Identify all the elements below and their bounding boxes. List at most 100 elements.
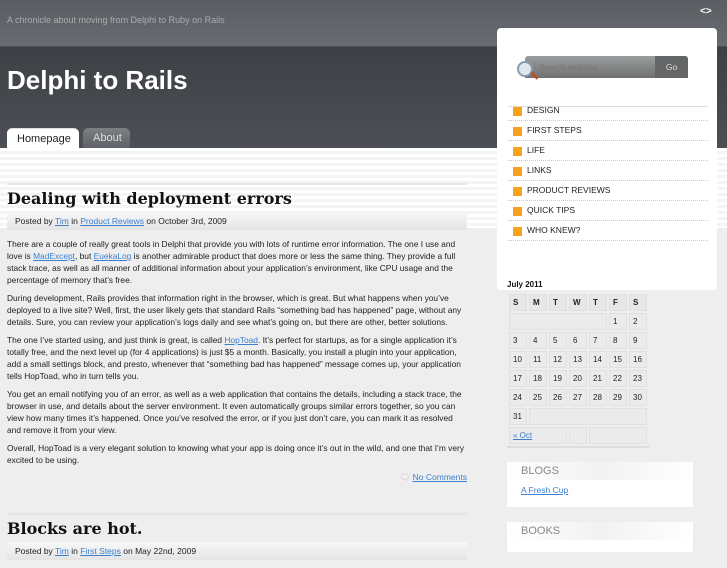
paragraph: There are a couple of really great tools…	[7, 238, 467, 286]
comments-link[interactable]: No Comments	[413, 472, 467, 482]
search-box: Go	[525, 56, 688, 78]
post-title[interactable]: Dealing with deployment errors	[7, 189, 467, 208]
calendar-pad	[529, 408, 647, 425]
calendar-day: 15	[609, 351, 627, 368]
weekday-header: S	[629, 294, 647, 311]
widget-title: BLOGS	[507, 462, 693, 480]
text: , but	[74, 251, 94, 261]
category-label: WHO KNEW?	[527, 225, 581, 235]
blog-link[interactable]: A Fresh Cup	[521, 485, 568, 495]
divider	[7, 513, 467, 515]
calendar-day: 29	[609, 389, 627, 406]
hoptoad-link[interactable]: HopToad	[224, 335, 258, 345]
category-item[interactable]: DESIGN	[508, 101, 708, 121]
calendar-day: 20	[569, 370, 587, 387]
bullet-square-icon	[513, 187, 522, 196]
weekday-header: T	[589, 294, 607, 311]
paragraph: The one I’ve started using, and just thi…	[7, 334, 467, 382]
meta-label: Posted by	[15, 546, 53, 556]
tab-about[interactable]: About	[83, 128, 130, 148]
calendar-day: 30	[629, 389, 647, 406]
calendar-day: 24	[509, 389, 527, 406]
calendar-week: 10 11 12 13 14 15 16	[509, 351, 647, 368]
calendar-day: 13	[569, 351, 587, 368]
calendar: S M T W T F S 1 2 3 4 5 6 7 8 9 10 11 12 13 14 15 16 17 18 19 20 21…	[507, 292, 649, 448]
calendar-caption: July 2011	[507, 280, 543, 289]
paragraph: Overall, HopToad is a very elegant solut…	[7, 443, 465, 465]
post-date: on May 22nd, 2009	[123, 546, 197, 556]
calendar-day: 11	[529, 351, 547, 368]
author-link[interactable]: Tim	[55, 546, 69, 556]
calendar-week: 12	[509, 313, 647, 330]
category-item[interactable]: LIFE	[508, 141, 708, 161]
post-title[interactable]: Blocks are hot.	[7, 519, 467, 538]
search-input[interactable]	[539, 62, 649, 72]
category-item[interactable]: WHO KNEW?	[508, 221, 708, 241]
calendar-day: 3	[509, 332, 527, 349]
calendar-day: 7	[589, 332, 607, 349]
weekday-header: T	[549, 294, 567, 311]
calendar-day: 18	[529, 370, 547, 387]
calendar-day: 8	[609, 332, 627, 349]
site-tagline: A chronicle about moving from Delphi to …	[7, 15, 225, 25]
calendar-week: 24 25 26 27 28 29 30	[509, 389, 647, 406]
calendar-day: 12	[549, 351, 567, 368]
calendar-day: 25	[529, 389, 547, 406]
calendar-week: 31	[509, 408, 647, 425]
calendar-day: 23	[629, 370, 647, 387]
calendar-day: 10	[509, 351, 527, 368]
calendar-next	[589, 427, 647, 444]
code-arrows-icon[interactable]: <>	[700, 6, 712, 17]
category-label: QUICK TIPS	[527, 205, 576, 215]
weekday-header: S	[509, 294, 527, 311]
books-widget: BOOKS	[507, 522, 693, 552]
prev-month-link[interactable]: « Oct	[513, 431, 532, 440]
search-go-button[interactable]: Go	[655, 56, 688, 78]
author-link[interactable]: Tim	[55, 216, 69, 226]
tab-homepage[interactable]: Homepage	[7, 128, 79, 148]
comment-bubble-icon: 🗨	[399, 472, 413, 482]
calendar-pad	[509, 313, 607, 330]
bullet-square-icon	[513, 107, 522, 116]
category-label: PRODUCT REVIEWS	[527, 185, 611, 195]
category-label: LIFE	[527, 145, 545, 155]
calendar-day: 14	[589, 351, 607, 368]
calendar-day: 31	[509, 408, 527, 425]
bullet-square-icon	[513, 167, 522, 176]
calendar-day: 2	[629, 313, 647, 330]
calendar-nav: « Oct	[509, 427, 647, 444]
calendar-day: 4	[529, 332, 547, 349]
widget-title: BOOKS	[507, 522, 693, 540]
madexcept-link[interactable]: MadExcept	[33, 251, 75, 261]
site-title[interactable]: Delphi to Rails	[7, 65, 188, 96]
calendar-day: 1	[609, 313, 627, 330]
calendar-day: 19	[549, 370, 567, 387]
meta-label: Posted by	[15, 216, 53, 226]
category-link[interactable]: Product Reviews	[80, 216, 144, 226]
category-item[interactable]: FIRST STEPS	[508, 121, 708, 141]
post-body: There are a couple of really great tools…	[7, 238, 467, 466]
calendar-week: 3456789	[509, 332, 647, 349]
category-item[interactable]: LINKS	[508, 161, 708, 181]
calendar-day: 22	[609, 370, 627, 387]
bullet-square-icon	[513, 207, 522, 216]
calendar-day: 21	[589, 370, 607, 387]
category-item[interactable]: QUICK TIPS	[508, 201, 708, 221]
calendar-day: 27	[569, 389, 587, 406]
category-label: LINKS	[527, 165, 552, 175]
meta-label: in	[71, 216, 78, 226]
comments: 🗨 No Comments	[7, 472, 467, 483]
weekday-header: F	[609, 294, 627, 311]
weekday-header: W	[569, 294, 587, 311]
category-item[interactable]: PRODUCT REVIEWS	[508, 181, 708, 201]
post: Blocks are hot. Posted by Tim in First S…	[7, 513, 467, 560]
eurekalog-link[interactable]: EuekaLog	[94, 251, 132, 261]
weekday-header: M	[529, 294, 547, 311]
category-list: DESIGN FIRST STEPS LIFE LINKS PRODUCT REVIEW…	[508, 101, 708, 241]
calendar-prev[interactable]: « Oct	[509, 427, 567, 444]
category-link[interactable]: First Steps	[80, 546, 121, 556]
bullet-square-icon	[513, 147, 522, 156]
calendar-day: 16	[629, 351, 647, 368]
bullet-square-icon	[513, 127, 522, 136]
calendar-pad	[569, 427, 587, 444]
